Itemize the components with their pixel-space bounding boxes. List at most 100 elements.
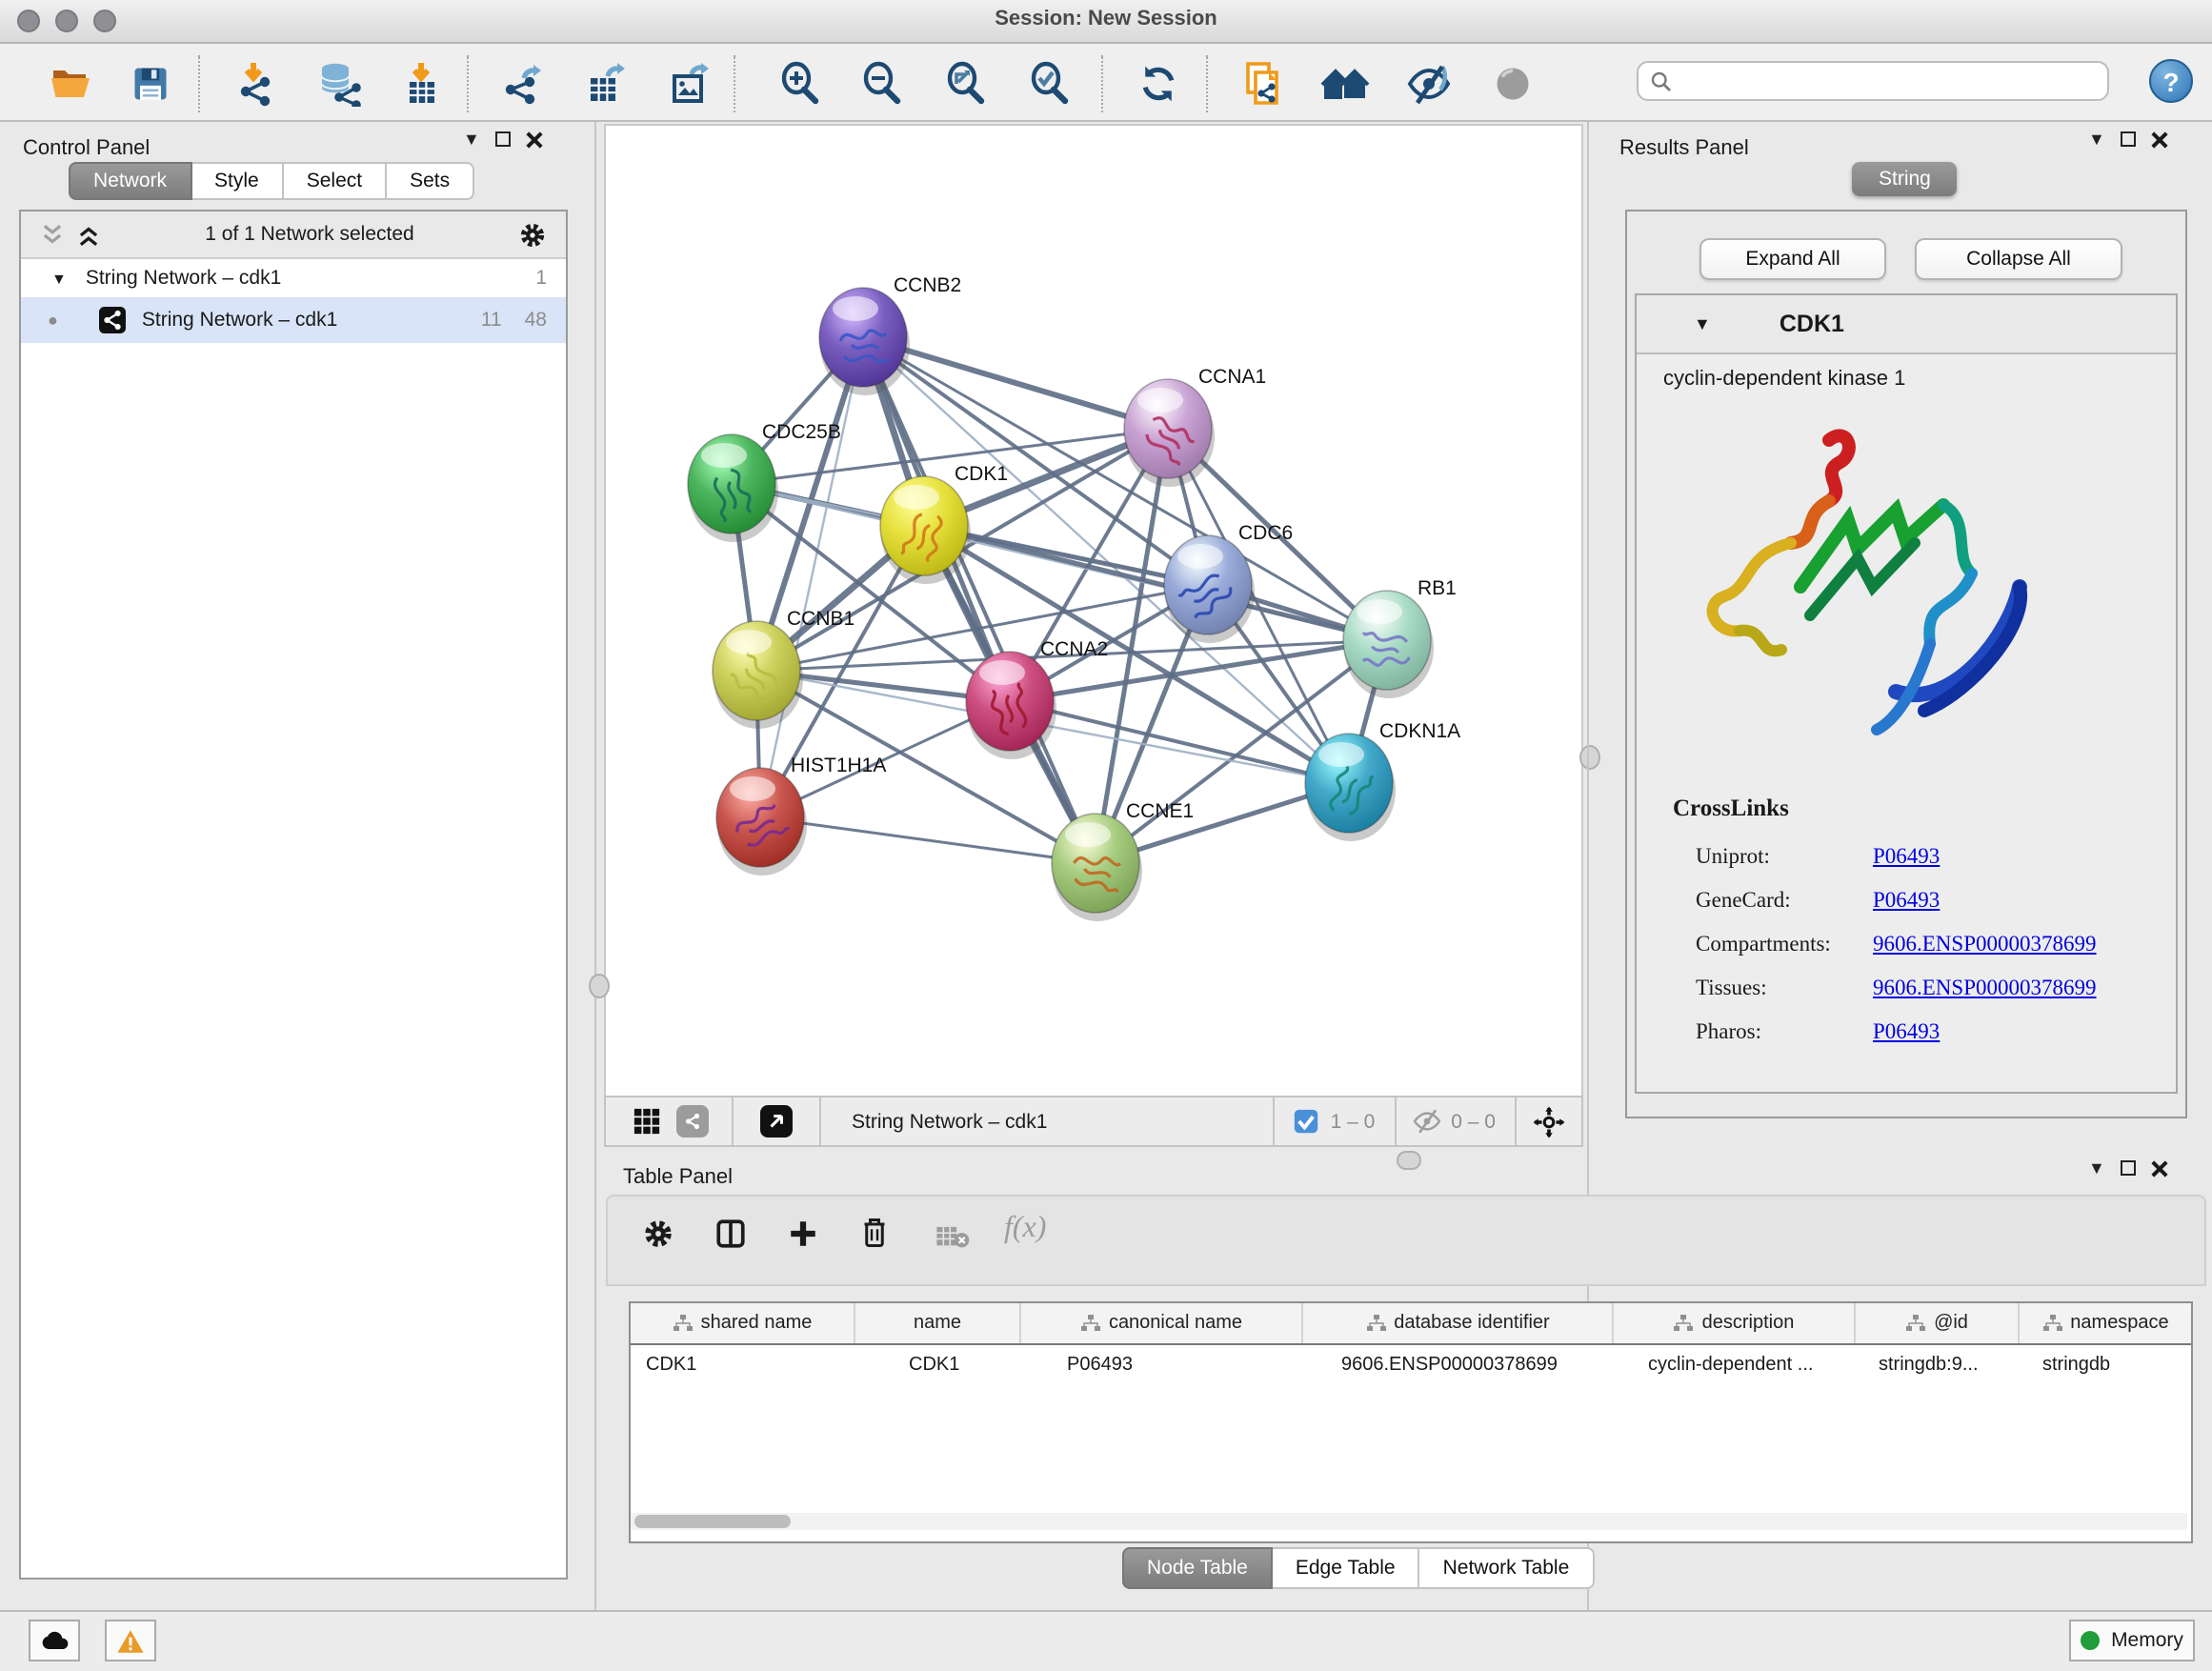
show-columns-button[interactable] <box>714 1218 747 1259</box>
refresh-button[interactable] <box>1134 59 1183 109</box>
clone-network-button[interactable] <box>1238 59 1288 109</box>
tree-expander-icon[interactable]: ▼ <box>51 270 67 287</box>
network-node[interactable]: CDKN1A <box>1305 720 1460 841</box>
network-node[interactable]: CCNA1 <box>1124 366 1266 487</box>
copy-network-icon <box>1240 61 1286 107</box>
control-panel-float-icon[interactable] <box>495 131 511 147</box>
column-header-description[interactable]: description <box>1614 1303 1856 1343</box>
network-node[interactable]: RB1 <box>1343 577 1457 698</box>
collapse-all-button[interactable]: Collapse All <box>1915 238 2122 280</box>
external-arrow-icon <box>766 1111 787 1132</box>
column-header-database-identifier[interactable]: database identifier <box>1303 1303 1614 1343</box>
export-image-button[interactable] <box>665 59 714 109</box>
memory-ok-dot-icon <box>2081 1631 2100 1650</box>
zoom-out-button[interactable] <box>857 59 907 109</box>
node-label: RB1 <box>1418 577 1457 599</box>
view-share-button[interactable] <box>676 1105 709 1137</box>
expand-all-button[interactable]: Expand All <box>1699 238 1886 280</box>
zoom-in-button[interactable] <box>775 59 825 109</box>
table-panel-float-icon[interactable] <box>2121 1160 2136 1176</box>
show-all-button[interactable] <box>1488 59 1538 109</box>
column-header-canonical-name[interactable]: canonical name <box>1021 1303 1303 1343</box>
table-panel-menu-caret-icon[interactable]: ▼ <box>2088 1158 2105 1178</box>
table-panel-close-icon[interactable] <box>2151 1159 2168 1177</box>
results-panel-float-icon[interactable] <box>2121 131 2136 147</box>
gene-expander-icon[interactable]: ▼ <box>1694 314 1711 333</box>
zoom-fit-button[interactable] <box>941 59 991 109</box>
cloud-status-button[interactable] <box>29 1620 80 1661</box>
zoom-selected-button[interactable] <box>1025 59 1075 109</box>
create-column-button[interactable] <box>787 1218 819 1259</box>
column-header-name[interactable]: name <box>855 1303 1021 1343</box>
table-row[interactable]: CDK1 CDK1 P06493 9606.ENSP00000378699 cy… <box>631 1345 2191 1383</box>
delete-table-button-disabled[interactable] <box>935 1225 970 1259</box>
tab-network[interactable]: Network <box>69 162 191 200</box>
delete-column-button[interactable] <box>859 1216 890 1259</box>
memory-status-button[interactable]: Memory <box>2069 1620 2195 1661</box>
network-graph[interactable]: CCNB2CCNA1CDC25BCDK1CDC6RB1CCNB1CCNA2CDK… <box>606 126 1581 1096</box>
toolbar-separator <box>1101 55 1103 112</box>
export-network-button[interactable] <box>499 59 549 109</box>
first-neighbors-button[interactable] <box>1320 59 1370 109</box>
detach-view-button[interactable] <box>760 1105 793 1137</box>
crosslink-value-link[interactable]: 9606.ENSP00000378699 <box>1873 933 2097 956</box>
collapse-all-chevron-icon[interactable] <box>40 222 65 247</box>
selected-counts: 1 – 0 <box>1331 1110 1376 1133</box>
network-edge-count: 48 <box>525 309 547 332</box>
import-network-button[interactable] <box>232 59 282 109</box>
splitter-handle[interactable] <box>589 974 610 998</box>
tab-sets[interactable]: Sets <box>387 162 474 200</box>
scrollbar-thumb[interactable] <box>634 1515 791 1528</box>
save-session-button[interactable] <box>126 59 175 109</box>
export-table-button[interactable] <box>581 59 631 109</box>
import-network-from-database-button[interactable] <box>314 59 364 109</box>
birdseye-crosshair-icon[interactable] <box>1532 1104 1566 1138</box>
tab-node-table[interactable]: Node Table <box>1122 1547 1273 1589</box>
control-panel-menu-caret-icon[interactable]: ▼ <box>463 130 480 149</box>
gene-section-header[interactable]: ▼ CDK1 <box>1637 295 2176 354</box>
selected-checkbox-icon[interactable] <box>1295 1109 1319 1134</box>
warnings-button[interactable] <box>105 1620 156 1661</box>
crosslink-value-link[interactable]: P06493 <box>1873 845 1940 868</box>
control-panel-close-icon[interactable] <box>526 131 543 148</box>
tab-edge-table[interactable]: Edge Table <box>1273 1547 1420 1589</box>
network-row[interactable]: ● String Network – cdk1 11 48 <box>21 297 566 343</box>
column-header-namespace[interactable]: namespace <box>2020 1303 2191 1343</box>
network-options-gear-icon[interactable] <box>518 220 547 249</box>
import-table-icon <box>400 61 446 107</box>
column-header-shared-name[interactable]: shared name <box>631 1303 855 1343</box>
table-options-button[interactable] <box>642 1218 674 1259</box>
tab-network-table[interactable]: Network Table <box>1420 1547 1595 1589</box>
cell-shared-name: CDK1 <box>631 1345 855 1383</box>
expand-all-chevron-icon[interactable] <box>76 222 101 247</box>
search-input[interactable] <box>1673 69 2061 93</box>
table-delete-icon <box>935 1225 970 1250</box>
tab-string[interactable]: String <box>1852 162 1958 196</box>
network-node[interactable]: CDC6 <box>1164 522 1293 643</box>
crosslink-value-link[interactable]: P06493 <box>1873 889 1940 912</box>
network-collection-row[interactable]: ▼ String Network – cdk1 1 <box>21 259 566 297</box>
network-view-canvas[interactable]: CCNB2CCNA1CDC25BCDK1CDC6RB1CCNB1CCNA2CDK… <box>604 124 1583 1097</box>
table-horizontal-scrollbar[interactable] <box>631 1513 2187 1530</box>
open-folder-icon <box>48 61 93 107</box>
results-panel-menu-caret-icon[interactable]: ▼ <box>2088 130 2105 149</box>
hide-selected-button[interactable] <box>1404 59 1454 109</box>
toolbar-separator <box>1206 55 1208 112</box>
network-selection-summary: 1 of 1 Network selected <box>101 223 518 246</box>
network-node[interactable]: CCNB2 <box>819 274 961 395</box>
crosslink-value-link[interactable]: P06493 <box>1873 1020 1940 1043</box>
toolbar-search-field[interactable] <box>1637 61 2109 101</box>
tab-select[interactable]: Select <box>284 162 387 200</box>
view-grid-icon[interactable] <box>633 1107 661 1136</box>
network-node[interactable]: HIST1H1A <box>716 755 886 876</box>
help-button[interactable]: ? <box>2149 59 2193 103</box>
open-session-button[interactable] <box>46 59 95 109</box>
column-type-icon <box>673 1313 694 1334</box>
function-builder-button-disabled[interactable]: f(x) <box>1004 1212 1046 1246</box>
viewbar-separator <box>819 1096 821 1147</box>
import-table-button[interactable] <box>398 59 448 109</box>
column-header-id[interactable]: @id <box>1856 1303 2020 1343</box>
results-panel-close-icon[interactable] <box>2151 131 2168 148</box>
tab-style[interactable]: Style <box>191 162 284 200</box>
crosslink-value-link[interactable]: 9606.ENSP00000378699 <box>1873 976 2097 999</box>
